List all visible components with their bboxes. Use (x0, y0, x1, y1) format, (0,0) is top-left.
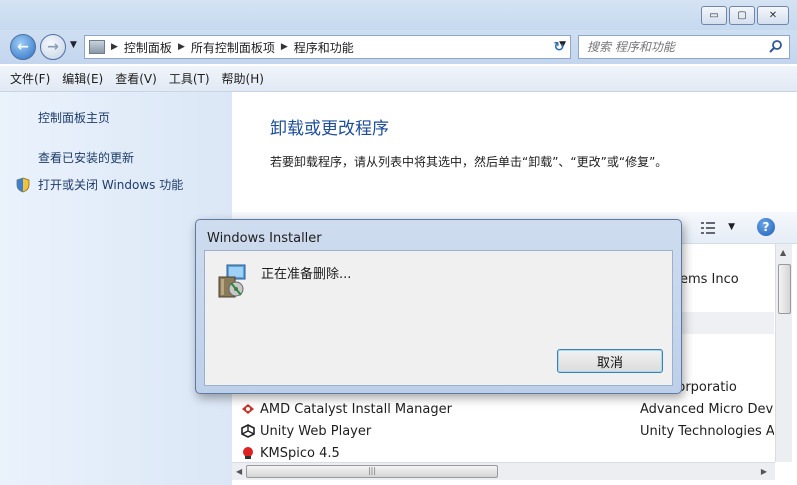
shield-icon (16, 177, 30, 193)
breadcrumb-programs[interactable]: 程序和功能 (294, 39, 354, 56)
page-title: 卸载或更改程序 (270, 119, 389, 139)
window-controls: ▭ ▢ ✕ (701, 6, 789, 25)
refresh-button[interactable]: ↻ (547, 35, 571, 59)
title-bar: ▭ ▢ ✕ (0, 0, 797, 30)
back-button[interactable]: ← (10, 34, 36, 60)
page-description: 若要卸载程序，请从列表中将其选中，然后单击“卸载”、“更改”或“修复”。 (270, 155, 668, 169)
minimize-button[interactable]: ▭ (701, 6, 727, 25)
scroll-thumb[interactable]: ||| (246, 465, 498, 478)
list-item[interactable]: Unity Web Player Unity Technologies A (232, 420, 774, 442)
menu-help[interactable]: 帮助(H) (222, 70, 264, 87)
recent-pages-dropdown-icon[interactable]: ▼ (70, 40, 77, 50)
dialog-body: 正在准备删除... 取消 (204, 250, 673, 386)
menu-edit[interactable]: 编辑(E) (62, 70, 103, 87)
program-name: AMD Catalyst Install Manager (260, 401, 452, 417)
kmspico-icon (243, 447, 253, 459)
unity-icon (241, 424, 255, 438)
sidebar-item-windows-features[interactable]: 打开或关闭 Windows 功能 (38, 176, 183, 193)
forward-arrow-icon: → (47, 39, 59, 55)
cancel-button[interactable]: 取消 (557, 349, 663, 373)
installer-icon (218, 264, 246, 298)
search-input[interactable] (587, 40, 762, 54)
breadcrumb-separator-icon[interactable]: ▶ (178, 42, 185, 52)
menu-file[interactable]: 文件(F) (10, 70, 50, 87)
dialog-message: 正在准备删除... (261, 267, 352, 282)
program-name: Unity Web Player (260, 423, 372, 439)
search-icon[interactable] (769, 39, 783, 53)
scroll-left-icon[interactable]: ◀ (236, 467, 242, 476)
scroll-thumb[interactable] (778, 264, 791, 314)
program-name-wrap: Unity Web Player (240, 424, 371, 439)
amd-catalyst-icon (242, 404, 254, 414)
back-arrow-icon: ← (17, 39, 29, 55)
list-item[interactable]: KMSpico 4.5 (232, 442, 774, 464)
program-name: KMSpico 4.5 (260, 445, 340, 461)
breadcrumb-separator-icon[interactable]: ▶ (111, 42, 118, 52)
dialog-title: Windows Installer (207, 231, 322, 246)
control-panel-icon (89, 40, 105, 54)
breadcrumb-control-panel[interactable]: 控制面板 (124, 39, 172, 56)
close-button[interactable]: ✕ (757, 6, 789, 25)
menu-view[interactable]: 查看(V) (115, 70, 157, 87)
installer-dialog: Windows Installer 正在准备删除... 取消 (195, 219, 682, 394)
navigation-bar: ← → ▼ ▶ 控制面板 ▶ 所有控制面板项 ▶ 程序和功能 ▼ ↻ (0, 30, 797, 64)
help-icon[interactable]: ? (757, 218, 775, 236)
maximize-button[interactable]: ▢ (729, 6, 755, 25)
breadcrumb-separator-icon[interactable]: ▶ (281, 42, 288, 52)
vertical-scrollbar[interactable]: ▲ (775, 244, 792, 462)
scroll-right-icon[interactable]: ▶ (761, 467, 767, 476)
view-options-icon[interactable] (701, 222, 715, 234)
horizontal-scrollbar[interactable]: ◀ ||| ▶ (232, 462, 775, 480)
menu-tools[interactable]: 工具(T) (169, 70, 210, 87)
program-publisher: Unity Technologies A (640, 423, 774, 439)
program-name-wrap: AMD Catalyst Install Manager (240, 402, 452, 417)
search-box[interactable] (578, 35, 790, 59)
scroll-up-icon[interactable]: ▲ (780, 248, 786, 257)
program-publisher: Advanced Micro Dev (640, 401, 774, 417)
program-name-wrap: KMSpico 4.5 (240, 446, 340, 461)
sidebar-item-control-panel-home[interactable]: 控制面板主页 (38, 109, 110, 126)
menu-bar: 文件(F) 编辑(E) 查看(V) 工具(T) 帮助(H) (0, 66, 797, 92)
forward-button[interactable]: → (40, 34, 66, 60)
address-bar[interactable]: ▶ 控制面板 ▶ 所有控制面板项 ▶ 程序和功能 ▼ (84, 35, 571, 59)
sidebar-item-installed-updates[interactable]: 查看已安装的更新 (38, 149, 134, 166)
view-dropdown-icon[interactable]: ▼ (728, 222, 735, 232)
refresh-icon: ↻ (553, 39, 565, 55)
breadcrumb-all-items[interactable]: 所有控制面板项 (191, 39, 275, 56)
list-item[interactable]: AMD Catalyst Install Manager Advanced Mi… (232, 398, 774, 420)
